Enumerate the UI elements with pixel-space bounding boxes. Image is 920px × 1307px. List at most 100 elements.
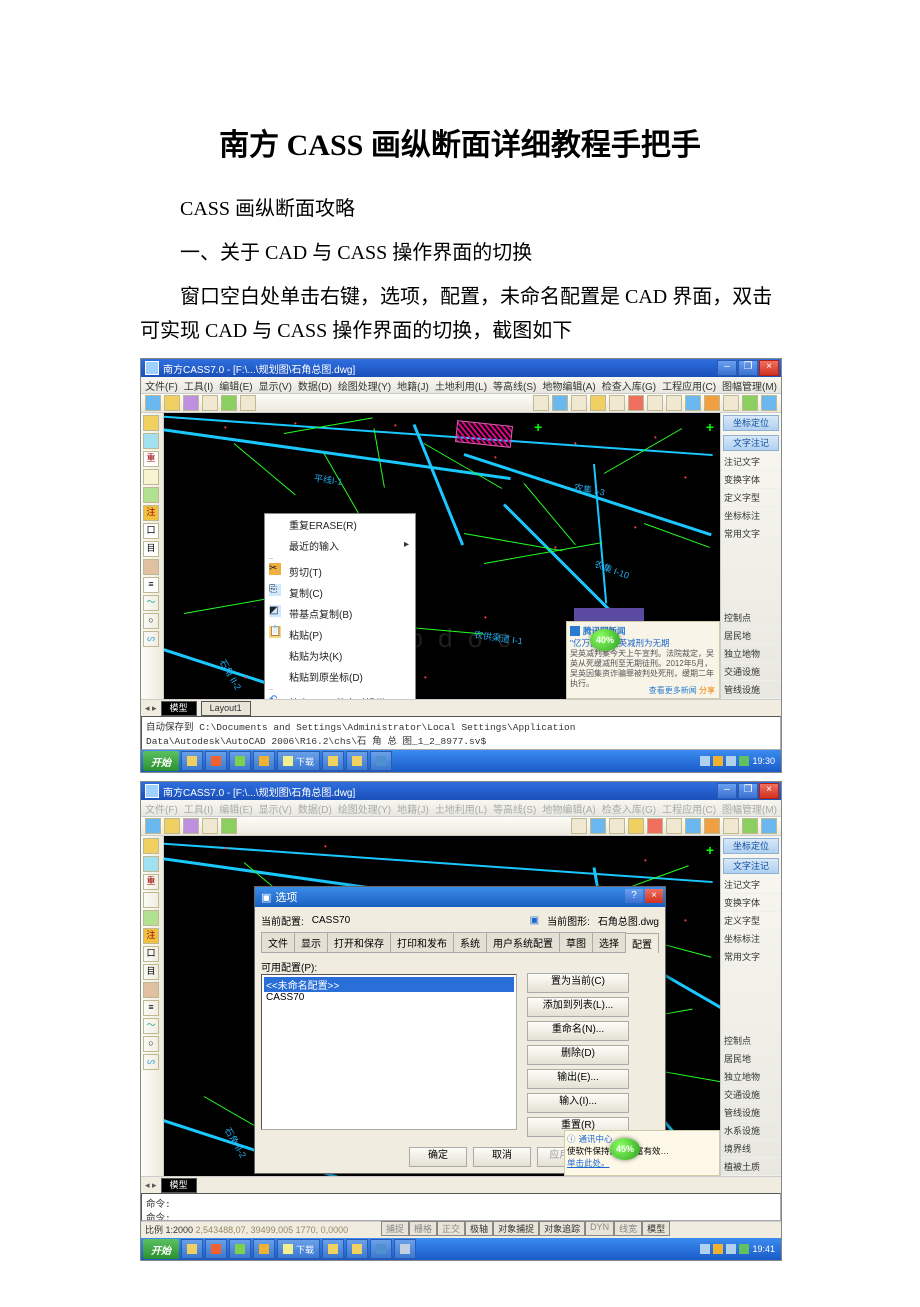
vtool-text-icon[interactable]: 重 (143, 874, 159, 890)
ctx-copy-basepoint[interactable]: ◩带基点复制(B) (265, 603, 415, 624)
vtool-icon[interactable] (143, 433, 159, 449)
tool-icon[interactable] (571, 818, 587, 834)
tool-generic-icon[interactable] (533, 395, 549, 411)
dtab-select[interactable]: 选择 (592, 932, 626, 952)
news-share-link[interactable]: 分享 (699, 686, 715, 695)
tool-icon[interactable] (666, 818, 682, 834)
rpanel-item[interactable]: 居民地 (721, 627, 781, 645)
ctx-recent-input[interactable]: 最近的输入▸ (265, 535, 415, 556)
tool-generic-icon[interactable] (221, 395, 237, 411)
vtool-icon[interactable]: ≡ (143, 1000, 159, 1016)
menu-view[interactable]: 显示(V) (259, 378, 292, 393)
news-widget[interactable]: 腾讯网新闻 "亿万富翁"吴英减刑为无期 吴英减判案今天上午宣判。法院裁定，吴英从… (566, 621, 720, 699)
tool-generic-icon[interactable] (647, 395, 663, 411)
dtab-profiles[interactable]: 配置 (625, 933, 659, 953)
rpanel-item[interactable]: 坐标标注 (721, 507, 781, 525)
vtool-icon[interactable] (143, 910, 159, 926)
comm-center-widget[interactable]: ⓘ通讯中心 使软件保持最新且富有效… 单击此处。 (564, 1130, 720, 1176)
dialog-close-button[interactable]: × (645, 889, 663, 903)
menu-data[interactable]: 数据(D) (298, 801, 332, 816)
rpanel-item[interactable]: 管线设施 (721, 681, 781, 699)
maximize-button[interactable]: ❐ (738, 360, 758, 376)
tab-model[interactable]: 模型 (161, 1178, 197, 1193)
dialog-help-button[interactable]: ? (625, 889, 643, 903)
rpanel-item[interactable]: 变换字体 (721, 894, 781, 912)
vtool-icon[interactable] (143, 415, 159, 431)
rpanel-item[interactable]: 植被土质 (721, 1158, 781, 1176)
list-item[interactable]: CASS70 (264, 992, 514, 1003)
drawing-canvas[interactable]: • • • • • • • • • • • • + + 平线I-1 农集 I-3… (164, 413, 720, 699)
system-tray[interactable]: 19:30 (700, 756, 779, 766)
system-tray[interactable]: 19:41 (700, 1244, 779, 1254)
profiles-listbox[interactable]: <<未命名配置>> CASS70 (261, 974, 517, 1130)
otrack-toggle[interactable]: 对象追踪 (539, 1221, 585, 1236)
ctx-paste-block[interactable]: 粘贴为块(K) (265, 645, 415, 666)
taskbar-item[interactable] (205, 1239, 227, 1259)
tool-generic-icon[interactable] (590, 395, 606, 411)
menu-tools[interactable]: 工具(I) (184, 801, 213, 816)
menu-drawproc[interactable]: 绘图处理(Y) (338, 378, 391, 393)
window-titlebar[interactable]: 南方CASS7.0 - [F:\...\规划图\石角总图.dwg] – ❐ × (141, 359, 781, 377)
menu-eng[interactable]: 工程应用(C) (662, 378, 716, 393)
menu-drawproc[interactable]: 绘图处理(Y) (338, 801, 391, 816)
taskbar-item[interactable] (394, 1239, 416, 1259)
rpanel-header-coord[interactable]: 坐标定位 (723, 838, 779, 854)
import-button[interactable]: 输入(I)... (527, 1093, 629, 1113)
news-more-link[interactable]: 查看更多新闻 (649, 686, 697, 695)
vtool-icon[interactable] (143, 487, 159, 503)
cancel-button[interactable]: 取消 (473, 1147, 531, 1167)
command-line[interactable]: 命令: 命令: (141, 1193, 781, 1221)
tool-help-icon[interactable] (761, 395, 777, 411)
vtool-text-icon[interactable]: 注 (143, 928, 159, 944)
tool-generic-icon[interactable] (628, 395, 644, 411)
menu-check[interactable]: 检查入库(G) (602, 801, 656, 816)
set-current-button[interactable]: 置为当前(C) (527, 973, 629, 993)
rpanel-header-text[interactable]: 文字注记 (723, 435, 779, 451)
vtool-icon[interactable]: ○ (143, 613, 159, 629)
ctx-paste-origcoord[interactable]: 粘贴到原坐标(D) (265, 666, 415, 687)
menu-landuse[interactable]: 土地利用(L) (435, 378, 487, 393)
rpanel-item[interactable]: 交通设施 (721, 663, 781, 681)
start-button[interactable]: 开始 (143, 1239, 179, 1259)
dtab-opensave[interactable]: 打开和保存 (327, 932, 391, 952)
polar-toggle[interactable]: 极轴 (465, 1221, 493, 1236)
tool-help-icon[interactable] (761, 818, 777, 834)
menu-file[interactable]: 文件(F) (145, 801, 178, 816)
dialog-titlebar[interactable]: ▣ 选项 ? × (255, 887, 665, 907)
tool-icon[interactable] (723, 818, 739, 834)
tool-generic-icon[interactable] (666, 395, 682, 411)
tool-icon[interactable] (202, 818, 218, 834)
window-titlebar[interactable]: 南方CASS7.0 - [F:\...\规划图\石角总图.dwg] – ❐ × (141, 782, 781, 800)
start-button[interactable]: 开始 (143, 751, 179, 771)
vtool-icon[interactable] (143, 559, 159, 575)
ok-button[interactable]: 确定 (409, 1147, 467, 1167)
rpanel-item[interactable]: 交通设施 (721, 1086, 781, 1104)
dtab-system[interactable]: 系统 (453, 932, 487, 952)
rpanel-item[interactable]: 注记文字 (721, 453, 781, 471)
menu-check[interactable]: 检查入库(G) (602, 378, 656, 393)
tool-generic-icon[interactable] (704, 395, 720, 411)
maximize-button[interactable]: ❐ (738, 783, 758, 799)
rpanel-header-text[interactable]: 文字注记 (723, 858, 779, 874)
close-button[interactable]: × (759, 783, 779, 799)
menu-bar[interactable]: 文件(F) 工具(I) 编辑(E) 显示(V) 数据(D) 绘图处理(Y) 地籍… (141, 800, 781, 817)
command-prompt[interactable]: 命令: (146, 1210, 776, 1221)
tool-icon[interactable] (590, 818, 606, 834)
tool-icon[interactable] (685, 818, 701, 834)
tool-generic-icon[interactable] (202, 395, 218, 411)
vtool-icon[interactable]: 〜 (143, 1018, 159, 1034)
rpanel-item[interactable]: 变换字体 (721, 471, 781, 489)
grid-toggle[interactable]: 栅格 (409, 1221, 437, 1236)
rpanel-item[interactable]: 控制点 (721, 609, 781, 627)
vtool-icon[interactable]: 口 (143, 946, 159, 962)
command-line[interactable]: 自动保存到 C:\Documents and Settings\Administ… (141, 716, 781, 750)
rpanel-item[interactable]: 控制点 (721, 1032, 781, 1050)
taskbar-item[interactable]: 下载 (277, 751, 320, 771)
tool-generic-icon[interactable] (723, 395, 739, 411)
rpanel-item[interactable]: 常用文字 (721, 525, 781, 543)
menu-tools[interactable]: 工具(I) (184, 378, 213, 393)
menu-contour[interactable]: 等高线(S) (493, 801, 536, 816)
menu-bar[interactable]: 文件(F) 工具(I) 编辑(E) 显示(V) 数据(D) 绘图处理(Y) 地籍… (141, 377, 781, 394)
menu-file[interactable]: 文件(F) (145, 378, 178, 393)
tool-generic-icon[interactable] (571, 395, 587, 411)
